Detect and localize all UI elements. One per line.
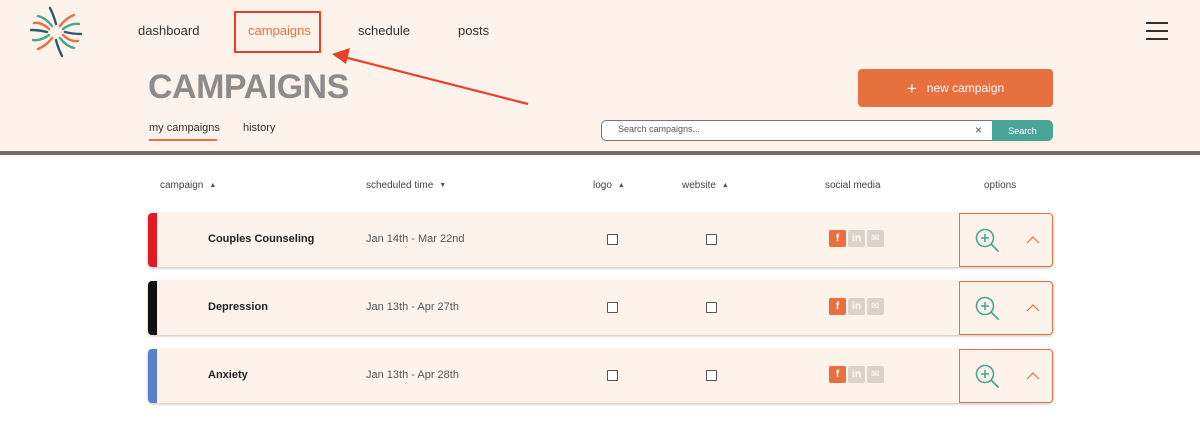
website-checkbox[interactable] <box>706 302 717 313</box>
campaign-color-stripe <box>148 281 157 335</box>
active-tab-underline <box>149 139 217 141</box>
expand-row-button[interactable] <box>1014 281 1053 335</box>
linkedin-icon[interactable]: in <box>848 230 865 247</box>
table-row[interactable]: Depression Jan 13th - Apr 27th f in ✉ <box>148 281 1053 335</box>
sort-up-icon: ▲ <box>617 182 625 189</box>
facebook-icon[interactable]: f <box>829 298 846 315</box>
zoom-in-icon <box>975 296 999 320</box>
annotation-arrow-icon <box>332 48 529 106</box>
social-media-icons: f in ✉ <box>829 366 884 383</box>
tab-my-campaigns[interactable]: my campaigns <box>149 122 220 134</box>
annotation-highlight-box <box>234 11 321 53</box>
logo-checkbox[interactable] <box>607 302 618 313</box>
linkedin-icon[interactable]: in <box>848 366 865 383</box>
chevron-up-icon <box>1026 304 1040 312</box>
nav-posts[interactable]: posts <box>458 23 489 38</box>
search-button[interactable]: Search <box>992 120 1053 141</box>
nav-schedule[interactable]: schedule <box>358 23 410 38</box>
sort-down-icon: ▼ <box>439 182 447 189</box>
column-header-logo[interactable]: logo ▲ <box>593 180 625 191</box>
zoom-in-icon <box>975 364 999 388</box>
linkedin-icon[interactable]: in <box>848 298 865 315</box>
search-box <box>601 120 993 141</box>
brand-logo-icon[interactable] <box>28 5 84 59</box>
sort-up-icon: ▲ <box>721 182 729 189</box>
campaign-name[interactable]: Anxiety <box>208 369 248 381</box>
campaign-scheduled-time: Jan 14th - Mar 22nd <box>366 233 465 245</box>
plus-icon: + <box>906 78 917 98</box>
facebook-icon[interactable]: f <box>829 230 846 247</box>
table-row[interactable]: Anxiety Jan 13th - Apr 28th f in ✉ <box>148 349 1053 403</box>
expand-row-button[interactable] <box>1014 213 1053 267</box>
chevron-up-icon <box>1026 372 1040 380</box>
website-checkbox[interactable] <box>706 234 717 245</box>
clear-search-icon[interactable]: × <box>975 123 982 137</box>
social-media-icons: f in ✉ <box>829 298 884 315</box>
campaign-name[interactable]: Depression <box>208 301 268 313</box>
twitter-icon[interactable]: ✉ <box>867 298 884 315</box>
campaign-scheduled-time: Jan 13th - Apr 28th <box>366 369 459 381</box>
column-header-website[interactable]: website ▲ <box>682 180 729 191</box>
logo-checkbox[interactable] <box>607 234 618 245</box>
twitter-icon[interactable]: ✉ <box>867 230 884 247</box>
facebook-icon[interactable]: f <box>829 366 846 383</box>
new-campaign-label: new campaign <box>926 81 1005 95</box>
nav-dashboard[interactable]: dashboard <box>138 23 199 38</box>
view-campaign-button[interactable] <box>959 281 1015 335</box>
page-title: CAMPAIGNS <box>148 68 349 106</box>
campaign-color-stripe <box>148 213 157 267</box>
column-header-options: options <box>984 180 1017 191</box>
hamburger-menu-icon[interactable] <box>1146 22 1168 40</box>
campaign-color-stripe <box>148 349 157 403</box>
view-campaign-button[interactable] <box>959 349 1015 403</box>
column-header-scheduled-time[interactable]: scheduled time ▼ <box>366 180 446 191</box>
new-campaign-button[interactable]: + new campaign <box>858 69 1053 107</box>
table-row[interactable]: Couples Counseling Jan 14th - Mar 22nd f in… <box>148 213 1053 267</box>
zoom-in-icon <box>975 228 999 252</box>
campaign-scheduled-time: Jan 13th - Apr 27th <box>366 301 459 313</box>
column-header-social-media: social media <box>825 180 881 191</box>
column-header-campaign[interactable]: campaign ▲ <box>160 180 216 191</box>
sort-up-icon: ▲ <box>209 182 217 189</box>
website-checkbox[interactable] <box>706 370 717 381</box>
campaign-name[interactable]: Couples Counseling <box>208 233 314 245</box>
twitter-icon[interactable]: ✉ <box>867 366 884 383</box>
tab-history[interactable]: history <box>243 122 275 134</box>
logo-checkbox[interactable] <box>607 370 618 381</box>
expand-row-button[interactable] <box>1014 349 1053 403</box>
header-divider <box>0 151 1200 155</box>
view-campaign-button[interactable] <box>959 213 1015 267</box>
search-input[interactable] <box>618 124 958 134</box>
social-media-icons: f in ✉ <box>829 230 884 247</box>
chevron-up-icon <box>1026 236 1040 244</box>
